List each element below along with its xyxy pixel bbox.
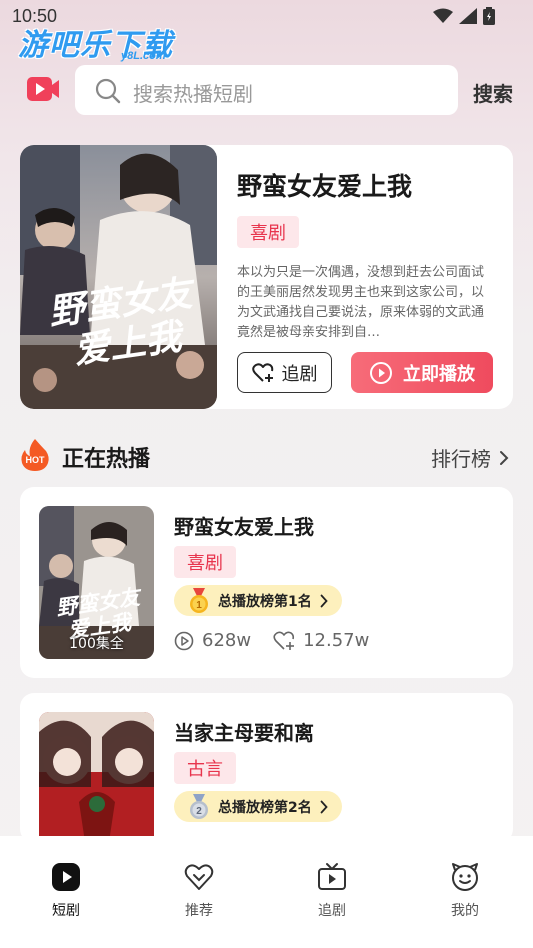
follow-count: 12.57w (273, 630, 369, 651)
nav-label: 短剧 (52, 903, 80, 919)
hot-fire-icon: HOT (21, 439, 49, 471)
list-genre-tag: 古言 (174, 752, 236, 784)
follow-label: 追剧 (281, 363, 318, 385)
tv-icon (318, 863, 346, 890)
rank-text: 总播放榜第2名 (218, 799, 312, 816)
follow-button[interactable]: 追剧 (237, 352, 332, 393)
nav-tab-profile[interactable]: 我的 (425, 862, 505, 920)
featured-card[interactable]: 野蛮女友 爱上我 野蛮女友爱上我 喜剧 本以为只是一次偶遇，没想到赶去公司面试的… (20, 145, 513, 409)
featured-title[interactable]: 野蛮女友爱上我 (237, 167, 412, 203)
search-placeholder: 搜索热播短剧 (133, 82, 253, 106)
nav-label: 我的 (451, 903, 479, 919)
list-title[interactable]: 野蛮女友爱上我 (174, 511, 314, 540)
smiley-icon (452, 863, 478, 891)
play-circle-icon (174, 631, 194, 650)
nav-tab-shorts[interactable]: 短剧 (26, 862, 106, 920)
play-now-label: 立即播放 (403, 363, 475, 385)
list-genre-tag: 喜剧 (174, 546, 236, 578)
episode-count: 100集全 (69, 636, 124, 652)
nav-tab-recommend[interactable]: 推荐 (159, 862, 239, 920)
rank-number: 1 (196, 600, 202, 611)
rank-badge[interactable]: 1 总播放榜第1名 (174, 585, 342, 616)
chevron-right-icon (320, 800, 328, 813)
watermark-sub: y8L.com (121, 50, 166, 62)
play-circle-icon (370, 361, 392, 384)
signal-icon (459, 8, 477, 24)
rank-number: 2 (196, 806, 202, 817)
list-poster[interactable]: 野蛮女友 爱上我 100集全 (39, 506, 154, 659)
app-logo-icon[interactable] (26, 74, 60, 104)
heart-plus-icon (251, 362, 273, 382)
list-poster[interactable] (39, 712, 154, 843)
list-item[interactable]: 野蛮女友 爱上我 100集全 野蛮女友爱上我 喜剧 1 总播放榜第1名 628w (20, 487, 513, 678)
wifi-icon (433, 8, 453, 23)
hot-section-header: HOT 正在热播 排行榜 (20, 437, 513, 473)
play-count-value: 628w (202, 630, 252, 651)
ranking-link[interactable]: 排行榜 (431, 443, 509, 472)
list-title[interactable]: 当家主母要和离 (174, 717, 314, 746)
play-square-icon (52, 863, 80, 891)
search-button[interactable]: 搜索 (473, 78, 513, 107)
ranking-link-label: 排行榜 (431, 447, 491, 471)
rank-badge[interactable]: 2 总播放榜第2名 (174, 791, 342, 822)
list-item[interactable]: 当家主母要和离 古言 2 总播放榜第2名 (20, 693, 513, 843)
featured-genre-tag: 喜剧 (237, 216, 299, 248)
silver-medal-icon: 2 (190, 793, 208, 819)
play-now-button[interactable]: 立即播放 (351, 352, 493, 393)
stats-row: 628w 12.57w (174, 630, 369, 651)
search-icon (95, 78, 121, 104)
gold-medal-icon: 1 (190, 587, 208, 613)
watermark-logo: 游吧乐下载 y8L.com (18, 20, 173, 64)
status-icons (433, 7, 495, 25)
heart-plus-icon (273, 631, 295, 650)
chevron-right-icon (500, 450, 509, 465)
follow-count-value: 12.57w (303, 630, 370, 651)
featured-poster[interactable]: 野蛮女友 爱上我 (20, 145, 217, 409)
battery-icon (483, 7, 495, 25)
nav-label: 追剧 (318, 903, 346, 919)
chevron-right-icon (320, 594, 328, 607)
list-poster-image (39, 712, 154, 843)
search-input[interactable]: 搜索热播短剧 (75, 65, 458, 115)
heart-diamond-icon (184, 864, 214, 890)
section-title: 正在热播 (62, 447, 151, 472)
bottom-nav: 短剧 推荐 追剧 我的 (0, 836, 533, 948)
featured-poster-image: 野蛮女友 爱上我 (20, 145, 217, 409)
hot-badge-text: HOT (26, 455, 46, 465)
rank-text: 总播放榜第1名 (218, 593, 312, 610)
nav-tab-following[interactable]: 追剧 (292, 862, 372, 920)
top-bar: 搜索热播短剧 搜索 (0, 65, 533, 117)
featured-description: 本以为只是一次偶遇，没想到赶去公司面试的王美丽居然发现男主也来到这家公司，以为文… (237, 265, 485, 340)
nav-label: 推荐 (185, 903, 213, 919)
play-count: 628w (174, 630, 251, 651)
